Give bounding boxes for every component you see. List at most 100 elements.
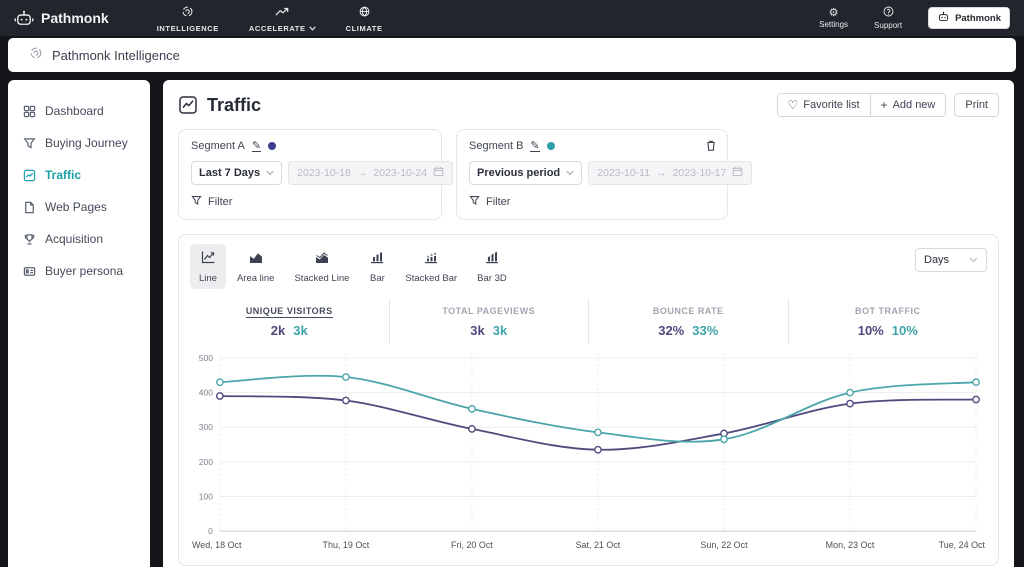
area-line-type-icon	[248, 250, 264, 270]
svg-text:100: 100	[199, 491, 213, 501]
segment-b-value: 3k	[492, 323, 508, 338]
sidebar-item-traffic[interactable]: Traffic	[8, 160, 150, 190]
page-header: Traffic ♡ Favorite list + Add new Print	[178, 93, 999, 117]
segment-a-range-select[interactable]: Last 7 Days	[191, 161, 283, 185]
grid-icon	[23, 105, 36, 118]
topbar-utilities: ⚙ Settings Support Pathmonk	[819, 6, 1010, 30]
segment-b-range-select[interactable]: Previous period	[469, 161, 583, 185]
question-circle-icon	[883, 6, 894, 20]
segment-b-date-range[interactable]: 2023-10-11 → 2023-10-17	[588, 161, 753, 185]
metric-label: BOT TRAFFIC	[855, 306, 921, 316]
sidebar-item-buying-journey[interactable]: Buying Journey	[8, 128, 150, 158]
funnel-icon	[23, 137, 36, 150]
nav-intelligence[interactable]: INTELLIGENCE	[157, 4, 219, 33]
nav-climate-label: CLIMATE	[345, 23, 383, 33]
segment-b-filter-button[interactable]: Filter	[469, 195, 510, 209]
sidebar-item-label: Dashboard	[45, 104, 104, 118]
sidebar-item-acquisition[interactable]: Acquisition	[8, 224, 150, 254]
chart-card: Line Area line Stacked Line Bar Stacked …	[178, 234, 999, 566]
segment-a-value: 3k	[470, 323, 485, 338]
sidebar-item-web-pages[interactable]: Web Pages	[8, 192, 150, 222]
print-button[interactable]: Print	[954, 93, 999, 117]
segment-a-range-value: Last 7 Days	[199, 167, 261, 179]
arrow-right-icon: →	[356, 167, 368, 179]
metric-bot-traffic[interactable]: BOT TRAFFIC 10% 10%	[787, 299, 988, 344]
header-actions: ♡ Favorite list + Add new Print	[776, 93, 999, 117]
nav-accelerate-label: ACCELERATE	[248, 23, 306, 33]
chart-type-tabs: Line Area line Stacked Line Bar Stacked …	[190, 244, 915, 289]
tab-stacked-bar-label: Stacked Bar	[405, 273, 458, 284]
heart-icon: ♡	[787, 98, 799, 112]
trash-icon[interactable]	[705, 139, 717, 157]
tab-stacked-bar[interactable]: Stacked Bar	[396, 244, 466, 289]
filter-label: Filter	[208, 196, 233, 208]
tab-area-line[interactable]: Area line	[228, 244, 284, 289]
svg-text:Wed, 18 Oct: Wed, 18 Oct	[192, 540, 242, 550]
segments-row: Segment A ✎ Last 7 Days 2023-10-18 → 202…	[178, 129, 999, 220]
chevron-down-icon	[266, 170, 274, 176]
sidebar: Dashboard Buying Journey Traffic Web Pag…	[8, 80, 150, 567]
segment-b-value: 3k	[293, 323, 308, 338]
segment-a-card: Segment A ✎ Last 7 Days 2023-10-18 → 202…	[178, 129, 454, 220]
segment-b-name: Segment B	[469, 140, 524, 152]
pathmonk-account-button[interactable]: Pathmonk	[928, 7, 1010, 29]
interval-value: Days	[924, 254, 950, 266]
arrow-right-icon: →	[656, 167, 667, 179]
interval-select[interactable]: Days	[915, 248, 987, 272]
segment-b-color-dot	[546, 142, 555, 150]
svg-text:Tue, 24 Oct: Tue, 24 Oct	[939, 540, 986, 550]
segment-b-value: 33%	[692, 323, 719, 338]
add-new-label: Add new	[892, 99, 936, 111]
segment-a-filter-button[interactable]: Filter	[191, 195, 232, 209]
filter-label: Filter	[486, 196, 511, 208]
svg-text:500: 500	[199, 353, 213, 363]
add-new-button[interactable]: + Add new	[869, 94, 946, 116]
svg-text:Fri, 20 Oct: Fri, 20 Oct	[451, 540, 493, 550]
nav-climate[interactable]: CLIMATE	[346, 4, 383, 33]
bar-type-icon	[369, 250, 385, 270]
sidebar-item-dashboard[interactable]: Dashboard	[8, 96, 150, 126]
brand-name: Pathmonk	[41, 10, 109, 26]
segment-a-value: 2k	[270, 323, 286, 338]
line-type-icon	[200, 250, 216, 270]
favorite-list-button[interactable]: ♡ Favorite list	[777, 94, 870, 116]
filter-funnel-icon	[191, 195, 202, 209]
stacked-bar-type-icon	[423, 250, 439, 270]
tab-bar-3d-label: Bar 3D	[477, 273, 507, 284]
brand-logo[interactable]: Pathmonk	[14, 10, 109, 26]
filter-funnel-icon	[469, 195, 480, 209]
svg-text:Sat, 21 Oct: Sat, 21 Oct	[576, 540, 621, 550]
support-button[interactable]: Support	[874, 6, 902, 30]
tab-bar[interactable]: Bar	[360, 244, 394, 289]
nav-accelerate[interactable]: ACCELERATE	[249, 4, 316, 33]
svg-text:200: 200	[199, 457, 213, 467]
segment-a-name: Segment A	[191, 140, 245, 152]
metric-label: TOTAL PAGEVIEWS	[442, 306, 536, 316]
edit-pencil-icon[interactable]: ✎	[530, 140, 540, 152]
tab-area-line-label: Area line	[236, 273, 275, 284]
tab-bar-label: Bar	[370, 273, 385, 284]
calendar-icon	[732, 166, 743, 180]
settings-button[interactable]: ⚙ Settings	[819, 7, 848, 29]
segment-a-date-range[interactable]: 2023-10-18 → 2023-10-24	[288, 161, 454, 185]
trending-up-icon	[275, 4, 289, 22]
breadcrumb-bar: Pathmonk Intelligence	[8, 38, 1016, 72]
sidebar-item-label: Acquisition	[45, 232, 104, 246]
metric-total-pageviews[interactable]: TOTAL PAGEVIEWS 3k 3k	[388, 299, 589, 344]
sidebar-item-label: Buyer persona	[45, 264, 124, 278]
segment-b-date-to: 2023-10-17	[672, 167, 727, 179]
svg-text:400: 400	[199, 388, 213, 398]
svg-text:Thu, 19 Oct: Thu, 19 Oct	[323, 540, 370, 550]
edit-pencil-icon[interactable]: ✎	[251, 140, 262, 152]
intelligence-fingerprint-icon	[30, 46, 42, 64]
metric-unique-visitors[interactable]: UNIQUE VISITORS 2k 3k	[190, 299, 389, 344]
metric-bounce-rate[interactable]: BOUNCE RATE 32% 33%	[588, 299, 788, 344]
favorite-list-label: Favorite list	[803, 99, 860, 111]
main-content: Traffic ♡ Favorite list + Add new Print	[163, 80, 1014, 567]
sidebar-item-label: Buying Journey	[45, 136, 128, 150]
tab-line[interactable]: Line	[190, 244, 226, 289]
svg-text:300: 300	[199, 422, 213, 432]
tab-stacked-line[interactable]: Stacked Line	[285, 244, 358, 289]
tab-bar-3d[interactable]: Bar 3D	[468, 244, 516, 289]
sidebar-item-buyer-persona[interactable]: Buyer persona	[8, 256, 150, 286]
